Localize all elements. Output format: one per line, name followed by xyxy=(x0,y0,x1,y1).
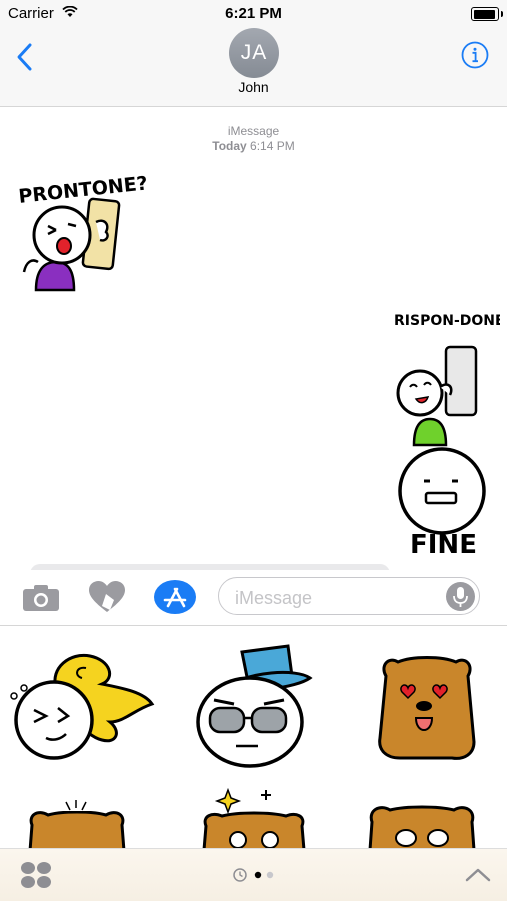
message-input[interactable]: iMessage xyxy=(218,577,480,615)
sticker-drawer[interactable] xyxy=(0,625,507,849)
microphone-icon[interactable] xyxy=(446,582,475,611)
sticker-angry-dog-partial[interactable] xyxy=(362,802,482,849)
timestamp: Today 6:14 PM xyxy=(212,139,295,153)
camera-icon[interactable] xyxy=(22,584,60,612)
app-store-icon[interactable] xyxy=(153,579,197,615)
sticker-dog-partial[interactable] xyxy=(22,811,132,849)
app-drawer-bar xyxy=(0,848,507,901)
sticker-caption: RISPON-DONE! xyxy=(394,313,500,329)
digital-touch-icon[interactable] xyxy=(88,580,126,614)
info-icon[interactable] xyxy=(461,41,489,69)
service-label: iMessage xyxy=(227,124,280,138)
sticker-message-prontone[interactable]: PRONTONE? xyxy=(14,162,164,294)
recents-clock-icon xyxy=(233,868,247,882)
dashes-decoration xyxy=(65,800,87,811)
clock: 6:21 PM xyxy=(225,5,282,22)
sticker-love-dog[interactable] xyxy=(372,652,482,762)
contact-name[interactable]: John xyxy=(0,79,507,95)
page-indicator[interactable] xyxy=(230,867,290,883)
sticker-dizzy-face[interactable] xyxy=(6,648,156,768)
sticker-caption: PRONTONE? xyxy=(18,172,149,207)
conversation-header: JA John xyxy=(0,28,507,107)
message-input-placeholder: iMessage xyxy=(235,588,313,608)
sticker-sparkle-dog-partial[interactable] xyxy=(194,786,314,849)
conversation-area[interactable]: iMessage Today 6:14 PM PRONTONE? RISPON-… xyxy=(0,107,507,578)
status-bar: Carrier 6:21 PM xyxy=(0,0,507,28)
message-composer: iMessage xyxy=(0,570,507,625)
sticker-top-hat-face[interactable] xyxy=(188,642,318,772)
avatar[interactable]: JA xyxy=(229,28,279,78)
app-drawer-icon[interactable] xyxy=(20,861,52,889)
battery-icon xyxy=(471,7,503,21)
chevron-up-icon[interactable] xyxy=(465,867,491,883)
sticker-caption: FINE xyxy=(410,530,477,560)
back-chevron-icon[interactable] xyxy=(14,42,36,72)
sticker-message-risponde[interactable]: RISPON-DONE! FINE xyxy=(384,295,500,560)
